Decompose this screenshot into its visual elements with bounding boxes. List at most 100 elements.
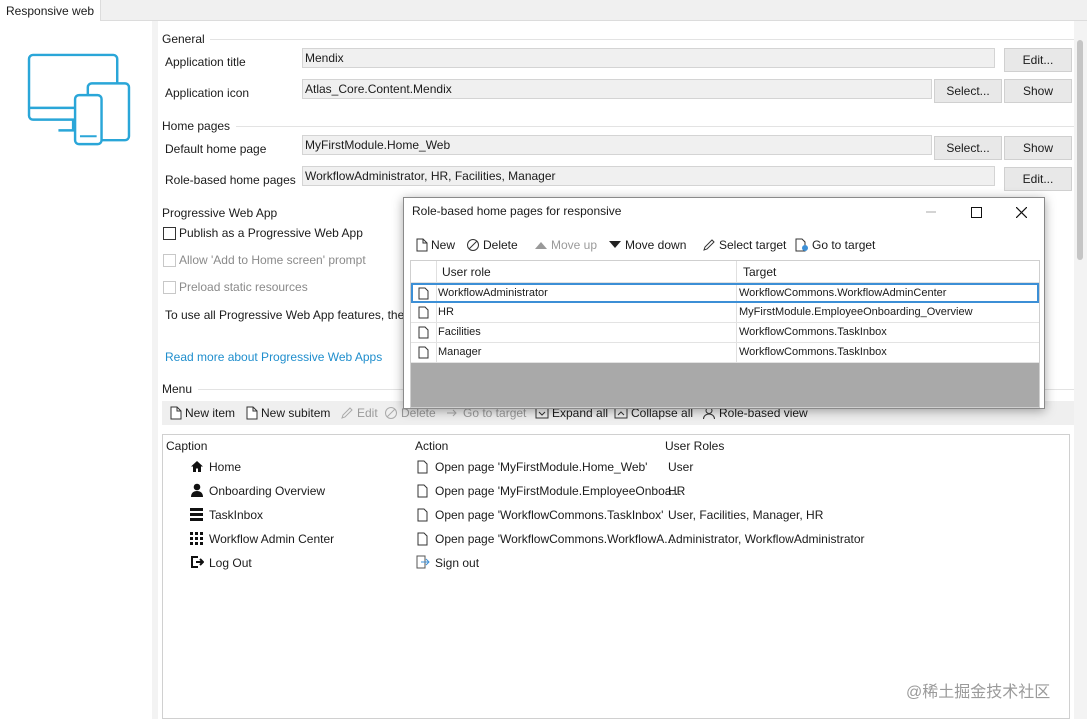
app-title-field[interactable]: Mendix (302, 48, 995, 68)
page-icon (417, 532, 428, 546)
general-title: General (162, 32, 205, 46)
scrollbar-thumb[interactable] (1077, 40, 1083, 260)
new-subitem-label: New subitem (261, 406, 331, 420)
menu-item-caption: Onboarding Overview (209, 484, 326, 498)
grid-cell-target: MyFirstModule.EmployeeOnboarding_Overvie… (739, 306, 973, 318)
go-to-target-button[interactable]: Go to target (795, 234, 875, 256)
new-button[interactable]: New (416, 234, 455, 256)
role-based-edit-button[interactable]: Edit... (1004, 167, 1072, 191)
document-icon (418, 306, 429, 319)
select-target-button[interactable]: Select target (702, 234, 786, 256)
app-icon-show-button[interactable]: Show (1004, 79, 1072, 103)
document-icon (418, 326, 429, 339)
action-column-header[interactable]: Action (415, 439, 448, 453)
menu-item-action: Open page 'MyFirstModule.Home_Web' (435, 460, 648, 474)
menu-item-caption: Home (209, 460, 242, 474)
grid-row-facilities[interactable]: Facilities WorkflowCommons.TaskInbox (411, 323, 1039, 343)
pwa-info-text: To use all Progressive Web App features,… (165, 308, 403, 322)
divider (210, 39, 1074, 40)
left-panel (0, 21, 152, 719)
role-based-home-pages-field[interactable]: WorkflowAdministrator, HR, Facilities, M… (302, 166, 995, 186)
close-button[interactable] (998, 198, 1044, 226)
role-home-pages-grid: User role Target WorkflowAdministrator W… (410, 260, 1040, 408)
app-title-edit-button[interactable]: Edit... (1004, 48, 1072, 72)
menu-item-action: Open page 'MyFirstModule.EmployeeOnboa..… (435, 484, 682, 498)
triangle-down-icon (609, 241, 621, 248)
watermark: @稀土掘金技术社区 (906, 684, 1051, 701)
go-to-page-icon (795, 238, 808, 252)
allow-home-screen-label: Allow 'Add to Home screen' prompt (179, 253, 366, 267)
preload-resources-checkbox[interactable] (163, 281, 176, 294)
menu-item-roles: Administrator, WorkflowAdministrator (668, 532, 865, 546)
close-icon (1015, 206, 1027, 218)
app-icon-field[interactable]: Atlas_Core.Content.Mendix (302, 79, 932, 99)
menu-item-taskinbox[interactable]: TaskInbox Open page 'WorkflowCommons.Tas… (163, 504, 1069, 526)
grid-cell-role: HR (438, 306, 454, 318)
triangle-up-icon (535, 242, 547, 249)
menu-item-action: Open page 'WorkflowCommons.WorkflowA... (435, 532, 675, 546)
panel-divider[interactable] (152, 21, 158, 719)
menu-item-workflow-admin-center[interactable]: Workflow Admin Center Open page 'Workflo… (163, 528, 1069, 550)
menu-item-home[interactable]: Home Open page 'MyFirstModule.Home_Web' … (163, 456, 1069, 478)
new-document-icon (170, 406, 182, 420)
app-title-label: Application title (165, 55, 246, 69)
new-document-icon (246, 406, 258, 420)
grid-cell-target: WorkflowCommons.TaskInbox (739, 346, 887, 358)
default-home-select-button[interactable]: Select... (934, 136, 1002, 160)
new-subitem-button[interactable]: New subitem (246, 401, 330, 425)
pencil-icon (703, 239, 715, 251)
grid-row-workflowadministrator[interactable]: WorkflowAdministrator WorkflowCommons.Wo… (411, 283, 1039, 303)
logout-icon (191, 556, 204, 568)
app-icon-select-button[interactable]: Select... (934, 79, 1002, 103)
grid-cell-role: Manager (438, 346, 482, 358)
preload-resources-label: Preload static resources (179, 280, 308, 294)
publish-pwa-checkbox[interactable] (163, 227, 176, 240)
grid-row-manager[interactable]: Manager WorkflowCommons.TaskInbox (411, 343, 1039, 363)
default-home-page-field[interactable]: MyFirstModule.Home_Web (302, 135, 932, 155)
caption-column-header[interactable]: Caption (166, 439, 207, 453)
menu-title: Menu (162, 382, 193, 396)
move-up-label: Move up (551, 238, 598, 252)
menu-item-action: Open page 'WorkflowCommons.TaskInbox' (435, 508, 664, 522)
document-icon (418, 287, 429, 300)
grid-row-hr[interactable]: HR MyFirstModule.EmployeeOnboarding_Over… (411, 303, 1039, 323)
new-item-label: New item (185, 406, 236, 420)
delete-icon (467, 239, 479, 251)
edit-label: Edit (357, 406, 378, 420)
move-up-button[interactable]: Move up (534, 234, 597, 256)
responsive-devices-icon (27, 53, 131, 146)
move-down-label: Move down (625, 238, 687, 252)
allow-home-screen-checkbox[interactable] (163, 254, 176, 267)
maximize-button[interactable] (953, 198, 999, 226)
menu-item-caption: Workflow Admin Center (209, 532, 335, 546)
go-to-target-label: Go to target (812, 238, 876, 252)
divider (236, 126, 1074, 127)
user-icon (191, 483, 203, 497)
maximize-icon (970, 206, 982, 218)
user-roles-column-header[interactable]: User Roles (665, 439, 724, 453)
delete-label: Delete (483, 238, 518, 252)
document-icon (418, 346, 429, 359)
menu-item-log-out[interactable]: Log Out Sign out (163, 552, 1069, 574)
grid-cell-target: WorkflowCommons.WorkflowAdminCenter (739, 287, 947, 299)
target-column-header[interactable]: Target (743, 265, 776, 279)
menu-item-onboarding-overview[interactable]: Onboarding Overview Open page 'MyFirstMo… (163, 480, 1069, 502)
grid-cell-target: WorkflowCommons.TaskInbox (739, 326, 887, 338)
dialog-title: Role-based home pages for responsive (412, 204, 622, 218)
menu-item-roles: User (668, 460, 694, 474)
edit-button[interactable]: Edit (340, 401, 378, 425)
list-icon (190, 508, 203, 521)
default-home-show-button[interactable]: Show (1004, 136, 1072, 160)
move-down-button[interactable]: Move down (608, 234, 686, 256)
new-item-button[interactable]: New item (170, 401, 235, 425)
select-target-label: Select target (719, 238, 787, 252)
tab-responsive-web[interactable]: Responsive web (0, 0, 102, 22)
menu-item-caption: TaskInbox (209, 508, 264, 522)
delete-button[interactable]: Delete (466, 234, 518, 256)
user-role-column-header[interactable]: User role (442, 265, 491, 279)
home-pages-title: Home pages (162, 119, 231, 133)
read-more-pwa-link[interactable]: Read more about Progressive Web Apps (165, 350, 382, 364)
minimize-button[interactable] (908, 198, 954, 226)
dialog-toolbar: New Delete Move up Move down Select targ… (410, 234, 1040, 256)
role-based-home-pages-label: Role-based home pages (165, 173, 296, 187)
